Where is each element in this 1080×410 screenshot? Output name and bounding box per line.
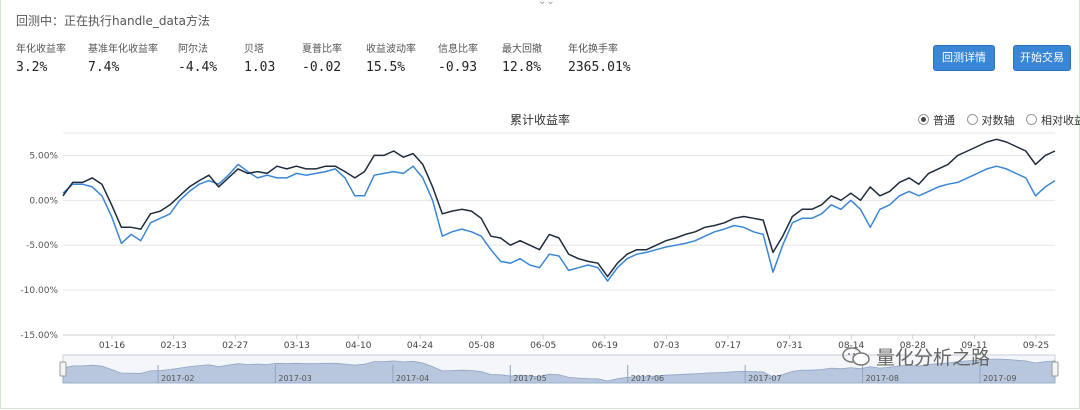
watermark-text: 量化分析之路	[876, 347, 991, 369]
x-tick-label: 02-13	[161, 341, 187, 351]
y-tick-label: -15.00%	[20, 331, 58, 341]
chat-bubbles-icon	[842, 347, 870, 366]
x-tick-label: 07-17	[715, 341, 741, 351]
navigator-right-handle[interactable]	[1051, 361, 1059, 377]
navigator-label: 2017-06	[631, 374, 664, 383]
x-tick-label: 04-24	[407, 341, 433, 351]
y-tick-label: 5.00%	[29, 151, 58, 161]
x-tick-label: 04-10	[345, 341, 371, 351]
x-tick-label: 02-27	[222, 341, 248, 351]
navigator-label: 2017-08	[866, 374, 899, 383]
x-tick-label: 06-19	[592, 341, 618, 351]
x-tick-label: 01-16	[99, 341, 125, 351]
navigator-label: 2017-05	[513, 374, 546, 383]
x-tick-label: 07-31	[777, 341, 803, 351]
series-line-1	[62, 163, 1056, 282]
chart-grid	[63, 132, 1055, 336]
navigator-label: 2017-02	[161, 374, 194, 383]
x-tick-label: 09-25	[1023, 341, 1049, 351]
x-tick-label: 05-08	[469, 341, 495, 351]
y-tick-label: -10.00%	[20, 286, 58, 296]
y-axis: 5.00% 0.00% -5.00% -10.00% -15.00%	[20, 151, 58, 341]
watermark: 量化分析之路	[842, 343, 990, 370]
navigator-label: 2017-03	[278, 374, 311, 383]
x-tick-label: 07-03	[653, 341, 679, 351]
x-tick-label: 06-05	[530, 341, 556, 351]
navigator-label: 2017-09	[983, 374, 1016, 383]
navigator-left-handle[interactable]	[59, 361, 67, 377]
chart-series	[62, 138, 1056, 282]
navigator-label: 2017-07	[748, 374, 781, 383]
y-tick-label: 0.00%	[29, 196, 58, 206]
navigator-label: 2017-04	[396, 374, 429, 383]
y-tick-label: -5.00%	[26, 241, 58, 251]
x-tick-label: 03-13	[284, 341, 310, 351]
